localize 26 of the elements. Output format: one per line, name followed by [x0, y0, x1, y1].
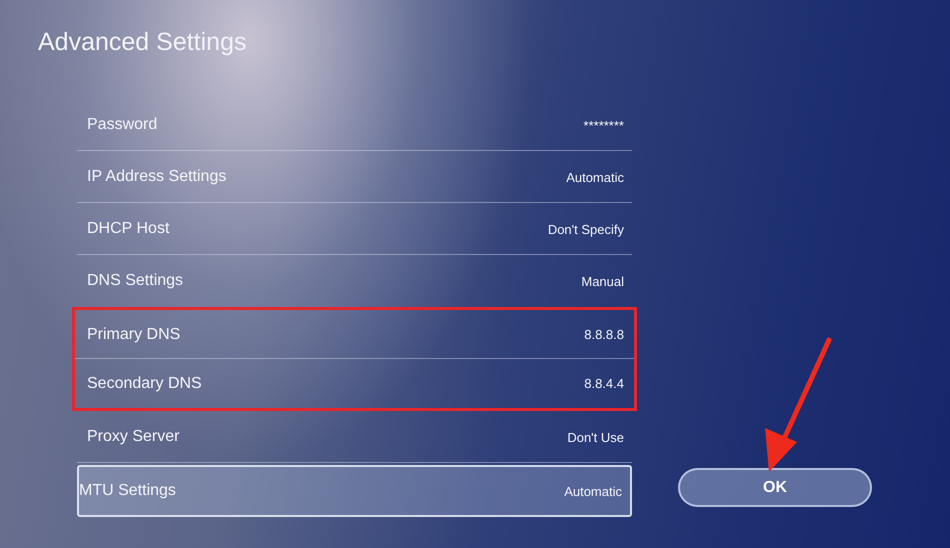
setting-row[interactable]: MTU Settings Automatic [77, 465, 632, 517]
page-title: Advanced Settings [38, 28, 248, 57]
setting-value: Don't Use [567, 430, 624, 444]
setting-value: ******** [584, 118, 624, 132]
setting-value: Automatic [564, 484, 622, 498]
setting-label: Primary DNS [87, 326, 180, 344]
setting-row[interactable]: IP Address Settings Automatic [77, 151, 632, 203]
setting-row[interactable]: Proxy Server Don't Use [77, 411, 632, 463]
setting-value: 8.8.8.8 [584, 327, 624, 342]
setting-row[interactable]: DNS Settings Manual [77, 255, 632, 307]
setting-row[interactable]: Password ******** [77, 99, 632, 151]
setting-row[interactable]: Primary DNS 8.8.8.8 [72, 307, 637, 359]
ok-button[interactable]: OK [678, 468, 872, 507]
setting-row[interactable]: Secondary DNS 8.8.4.4 [72, 359, 637, 411]
setting-value: Manual [581, 274, 624, 288]
setting-value: Automatic [566, 170, 624, 184]
setting-label: Proxy Server [87, 428, 180, 446]
setting-label: Password [87, 116, 158, 134]
setting-label: Secondary DNS [87, 374, 202, 392]
setting-value: Don't Specify [548, 222, 624, 236]
setting-value: 8.8.4.4 [584, 376, 624, 391]
setting-label: MTU Settings [79, 482, 176, 500]
setting-label: DHCP Host [87, 220, 170, 238]
setting-row[interactable]: DHCP Host Don't Specify [77, 203, 632, 255]
setting-label: DNS Settings [87, 272, 184, 290]
setting-label: IP Address Settings [87, 168, 226, 186]
